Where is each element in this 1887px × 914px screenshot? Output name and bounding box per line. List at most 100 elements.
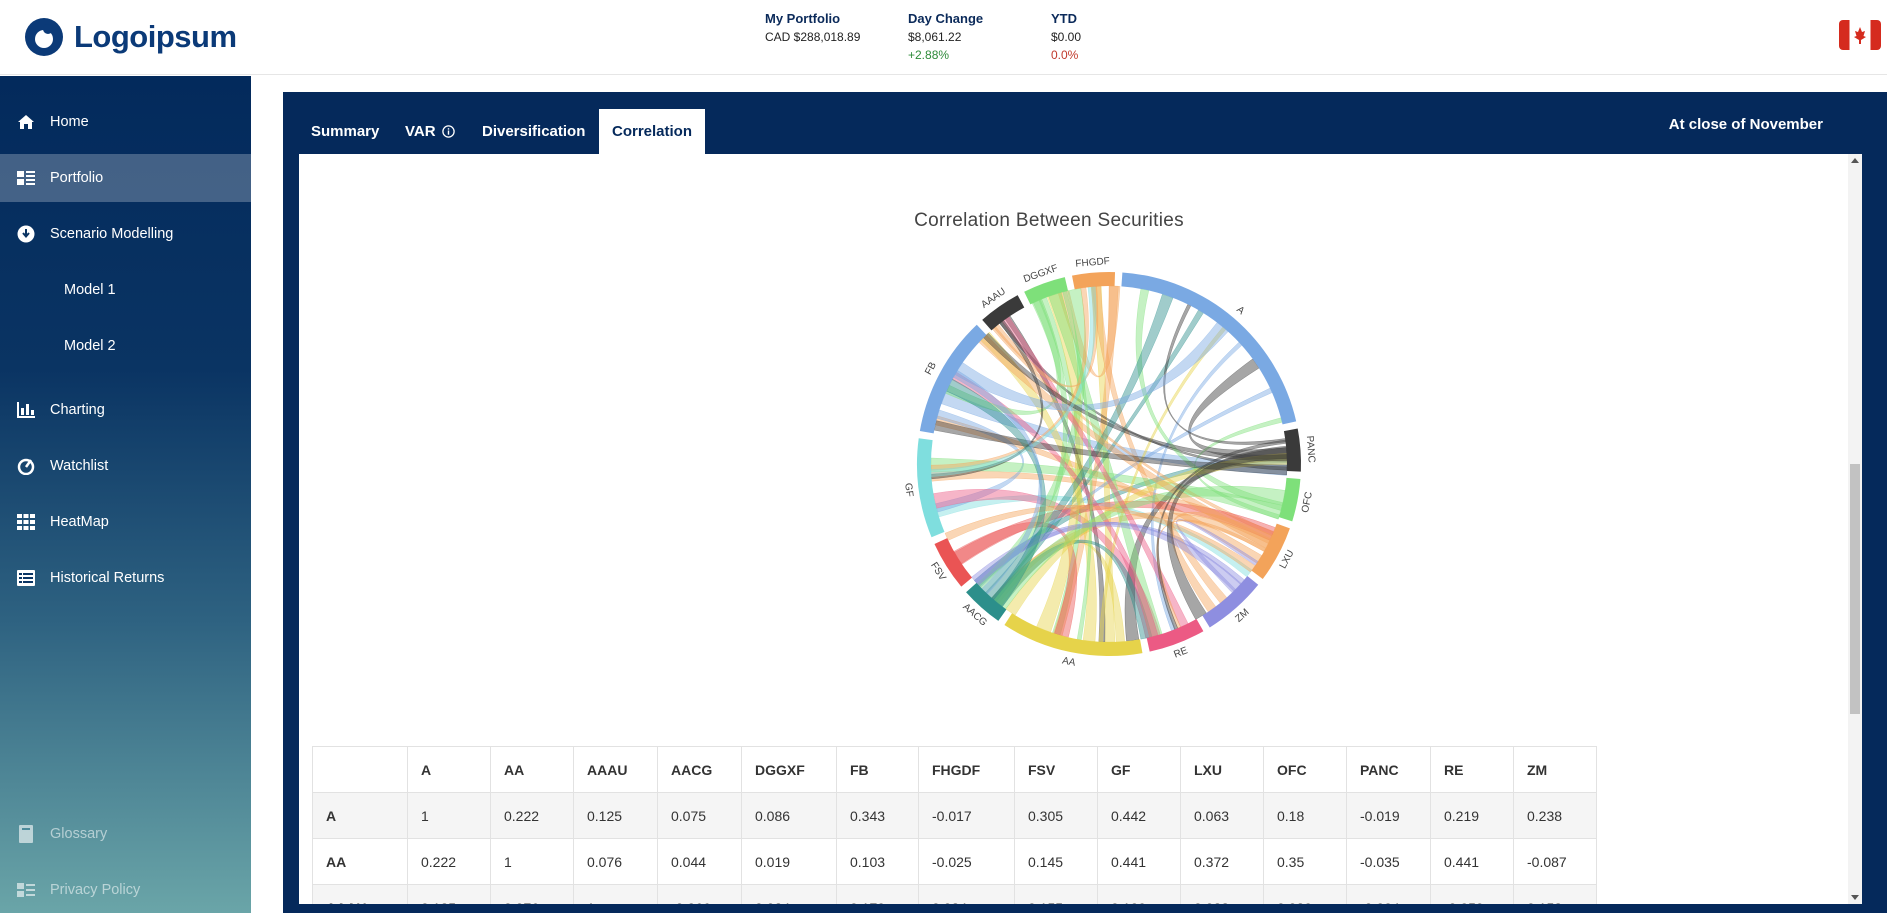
table-cell: 0.076 — [490, 884, 574, 904]
scroll-up-icon[interactable] — [1851, 158, 1859, 163]
sidebar-item-model-2[interactable]: Model 2 — [0, 322, 251, 370]
chord-label: FSV — [928, 560, 948, 583]
table-cell: 0.372 — [1180, 838, 1264, 885]
grid-icon — [16, 512, 36, 532]
portfolio-stat: My Portfolio CAD $288,018.89 — [765, 10, 860, 46]
correlation-content: Correlation Between Securities A PANC OFC L… — [299, 154, 1862, 904]
chord-label: LXU — [1278, 548, 1297, 570]
chord-label: PANC — [1304, 435, 1317, 463]
column-header: GF — [1097, 746, 1181, 793]
column-header: AAAU — [573, 746, 658, 793]
table-cell: 0.044 — [657, 838, 742, 885]
column-header: FSV — [1014, 746, 1098, 793]
scroll-thumb[interactable] — [1850, 464, 1860, 714]
column-header: OFC — [1263, 746, 1347, 793]
table-cell: 0.039 — [1263, 884, 1347, 904]
sidebar-item-label: Privacy Policy — [50, 882, 141, 898]
chord-diagram: APANCOFCLXUZMREAAAACGFSVGFFBAAAUDGGXFFHG… — [902, 256, 1317, 669]
table-cell: 0.109 — [1097, 884, 1181, 904]
column-header — [312, 746, 408, 793]
table-cell: 0.084 — [918, 884, 1015, 904]
table-cell: 0.103 — [836, 838, 919, 885]
table-cell: 1 — [573, 884, 658, 904]
sidebar-item-watchlist[interactable]: Watchlist — [0, 442, 251, 490]
sidebar-item-label: Model 1 — [64, 282, 116, 298]
tab-summary[interactable]: Summary — [298, 109, 392, 154]
table-cell: -0.019 — [1346, 792, 1431, 839]
logo-mark-icon — [25, 18, 63, 56]
column-header: FB — [836, 746, 919, 793]
table-cell: 0.343 — [836, 792, 919, 839]
table-cell: 0.219 — [1430, 792, 1514, 839]
sidebar-item-glossary[interactable]: Glossary — [0, 810, 251, 858]
stat-label: My Portfolio — [765, 11, 841, 26]
tab-correlation[interactable]: Correlation — [599, 109, 706, 154]
sidebar-item-model-1[interactable]: Model 1 — [0, 266, 251, 314]
sidebar-item-privacy-policy[interactable]: Privacy Policy — [0, 866, 251, 914]
stat-change: +2.88% — [908, 48, 950, 62]
table-cell: 0.125 — [407, 884, 491, 904]
logo[interactable]: Logoipsum — [24, 17, 237, 57]
chord-label: FB — [923, 360, 939, 377]
home-icon — [16, 112, 36, 132]
table-cell: 0.086 — [741, 792, 837, 839]
column-header: FHGDF — [918, 746, 1015, 793]
chart-title: Correlation Between Securities — [914, 210, 1184, 231]
column-header: ZM — [1513, 746, 1597, 793]
table-cell: -0.035 — [1346, 838, 1431, 885]
book-icon — [16, 824, 36, 844]
chord-label: RE — [1172, 645, 1189, 660]
close-period-note: At close of November — [1668, 116, 1823, 133]
info-icon[interactable] — [441, 125, 455, 138]
table-cell: 0.076 — [573, 838, 658, 885]
scroll-down-icon[interactable] — [1851, 895, 1859, 900]
table-cell: 0.441 — [1430, 838, 1514, 885]
table-cell: -0.066 — [657, 884, 742, 904]
column-header: AACG — [657, 746, 742, 793]
table-cell: 0.022 — [1180, 884, 1264, 904]
sidebar-item-portfolio[interactable]: Portfolio — [0, 154, 251, 202]
table-cell: 0.35 — [1263, 838, 1347, 885]
chord-ribbons — [930, 285, 1288, 643]
sidebar-item-scenario-modelling[interactable]: Scenario Modelling — [0, 210, 251, 258]
day-change-stat: Day Change $8,061.22 +2.88% — [908, 10, 983, 64]
table-cell: 0.075 — [657, 792, 742, 839]
bar-chart-icon — [16, 400, 36, 420]
sidebar-item-label: HeatMap — [50, 514, 109, 530]
column-header: AA — [490, 746, 574, 793]
table-cell: 0.034 — [741, 884, 837, 904]
sidebar-item-charting[interactable]: Charting — [0, 386, 251, 434]
sidebar-item-heatmap[interactable]: HeatMap — [0, 498, 251, 546]
tab-diversification[interactable]: Diversification — [469, 109, 598, 154]
table-cell: 0.153 — [1513, 884, 1597, 904]
vertical-scrollbar[interactable] — [1848, 154, 1862, 904]
tab-bar: Summary VAR Diversification Correlation … — [283, 92, 1887, 154]
table-cell: 1 — [407, 792, 491, 839]
sidebar-item-historical-returns[interactable]: Historical Returns — [0, 554, 251, 602]
tab-label: Diversification — [482, 123, 586, 140]
logo-text: Logoipsum — [74, 19, 237, 54]
tab-label: VAR — [405, 123, 436, 140]
column-header: PANC — [1346, 746, 1431, 793]
policy-icon — [16, 880, 36, 900]
table-cell: -0.017 — [918, 792, 1015, 839]
table-cell: 0.18 — [1263, 792, 1347, 839]
row-header: A — [312, 792, 408, 839]
sidebar-item-label: Charting — [50, 402, 105, 418]
row-header: AAAU — [312, 884, 408, 904]
row-header: AA — [312, 838, 408, 885]
stat-value: $0.00 — [1051, 30, 1082, 44]
chord-arc[interactable] — [917, 438, 945, 538]
table-cell: 0.019 — [741, 838, 837, 885]
tab-var[interactable]: VAR — [392, 109, 468, 154]
chord-label: OFC — [1300, 491, 1315, 514]
column-header: DGGXF — [741, 746, 837, 793]
sidebar-item-label: Portfolio — [50, 170, 104, 186]
sidebar: Home Portfolio Scenario Modelling Model … — [0, 76, 251, 913]
chord-label: AA — [1061, 655, 1077, 669]
top-header: Logoipsum My Portfolio CAD $288,018.89 D… — [0, 0, 1887, 75]
stat-label: YTD — [1051, 11, 1077, 26]
sidebar-item-home[interactable]: Home — [0, 98, 251, 146]
canada-flag-icon[interactable] — [1839, 20, 1881, 50]
table-body: A 1 0.222 0.125 0.075 0.086 0.343 -0.017 0.305 0.… — [312, 792, 1597, 904]
